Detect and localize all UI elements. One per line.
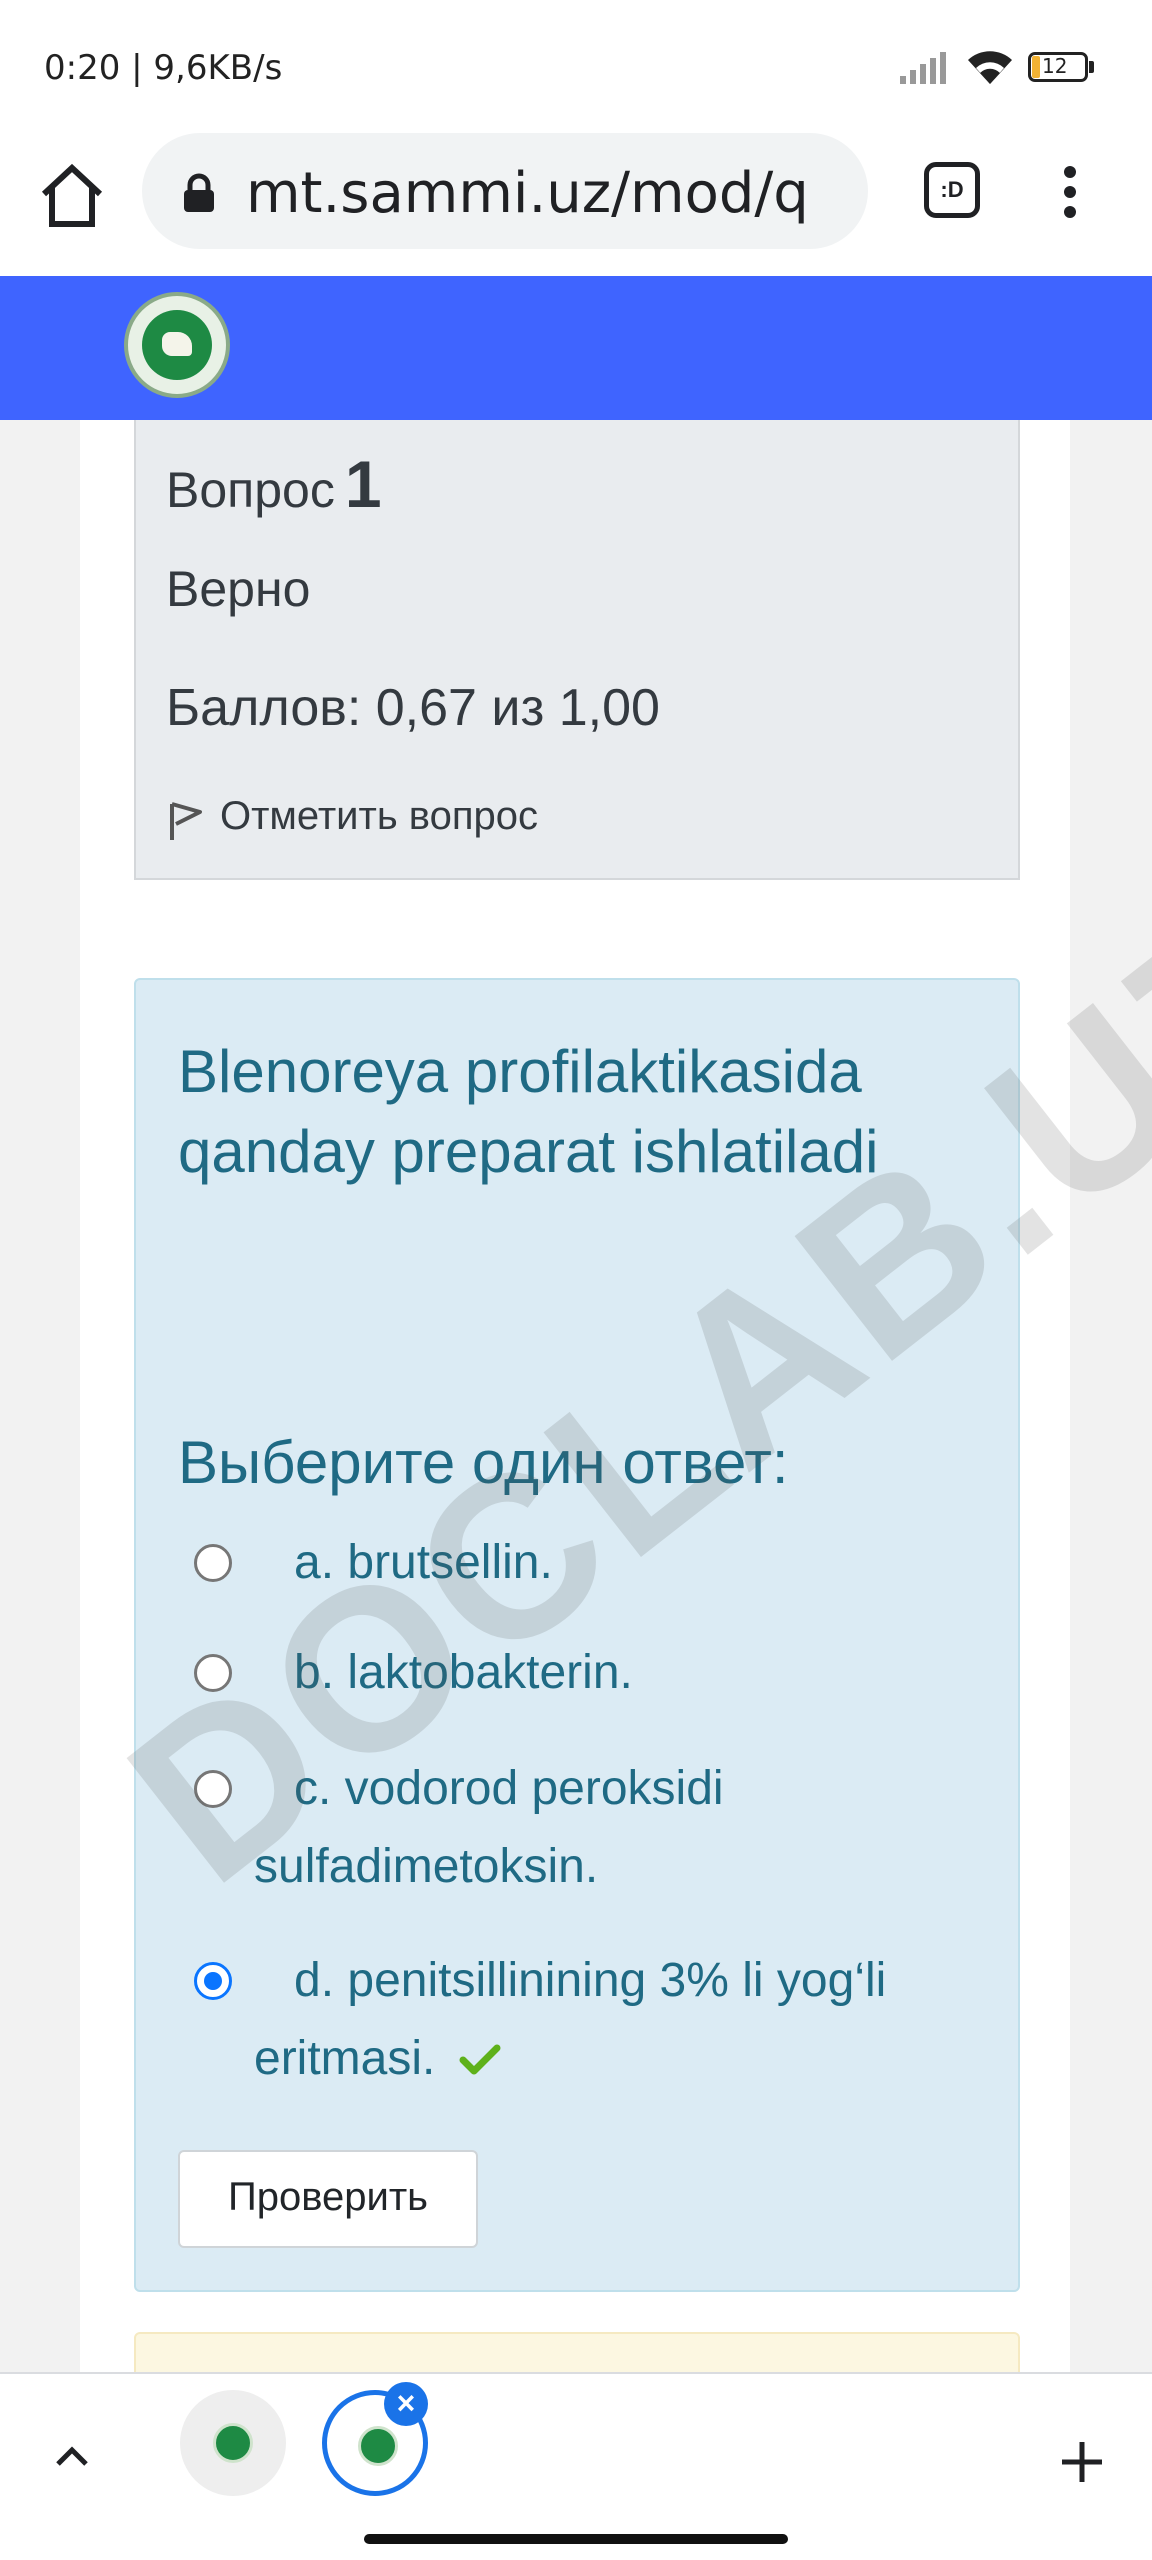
chevron-up-icon[interactable] [50, 2434, 94, 2478]
battery-level: 12 [1042, 54, 1068, 78]
url-text: mt.sammi.uz/mod/q [246, 161, 809, 226]
home-icon[interactable] [36, 160, 108, 232]
site-favicon-icon [358, 2426, 398, 2466]
gesture-home-bar[interactable] [364, 2534, 788, 2544]
question-grade: Баллов: 0,67 из 1,00 [166, 679, 660, 737]
browser-menu-icon[interactable] [1050, 160, 1090, 232]
option-d-radio[interactable] [194, 1962, 232, 2000]
flag-question-link[interactable]: Отметить вопрос [220, 794, 538, 839]
option-d-line2: eritmasi. [254, 2018, 886, 2100]
flag-icon[interactable] [166, 798, 206, 844]
status-time-speed: 0:20 | 9,6KB/s [44, 48, 283, 88]
wifi-icon [968, 51, 1012, 84]
question-content-box: Blenoreya profilaktikasida qanday prepar… [134, 978, 1020, 2292]
option-c-label[interactable]: c. vodorod peroksidi sulfadimetoksin. [254, 1748, 724, 1908]
option-d-line1: d. penitsillinining 3% li yog‘li [294, 1954, 887, 2007]
tab-switcher-button[interactable]: :D [924, 162, 980, 218]
option-a-radio[interactable] [194, 1544, 232, 1582]
correct-check-icon [459, 2044, 501, 2075]
option-c-line1: c. vodorod peroksidi [294, 1762, 724, 1815]
site-header [0, 276, 1152, 420]
url-bar[interactable]: mt.sammi.uz/mod/q [142, 133, 868, 249]
option-c-line2: sulfadimetoksin. [254, 1840, 599, 1893]
answer-prompt: Выберите один ответ: [178, 1429, 789, 1496]
option-d-label[interactable]: d. penitsillinining 3% li yog‘li eritmas… [254, 1940, 886, 2100]
question-state: Верно [166, 561, 311, 617]
status-bar: 0:20 | 9,6KB/s 12 [0, 0, 1152, 135]
option-a-label[interactable]: a. brutsellin. [294, 1522, 553, 1604]
new-tab-plus-icon[interactable] [1054, 2434, 1110, 2490]
tab-thumbnail-1[interactable] [180, 2390, 286, 2496]
check-button[interactable]: Проверить [178, 2150, 478, 2248]
lock-icon [184, 173, 214, 212]
option-b-label[interactable]: b. laktobakterin. [294, 1632, 633, 1714]
signal-icon [900, 52, 946, 84]
option-c-radio[interactable] [194, 1770, 232, 1808]
battery-icon: 12 [1028, 52, 1094, 82]
question-info-box: Вопрос 1 Верно Баллов: 0,67 из 1,00 Отмет… [134, 420, 1020, 880]
question-title-label: Вопрос [166, 462, 335, 518]
site-logo[interactable] [124, 292, 230, 398]
close-tab-icon[interactable]: × [384, 2382, 428, 2426]
question-text: Blenoreya profilaktikasida qanday prepar… [178, 1038, 879, 1185]
question-number: 1 [344, 447, 382, 521]
bottom-tab-bar: × [0, 2372, 1152, 2560]
site-favicon-icon [213, 2423, 253, 2463]
question-title: Вопрос 1 [166, 446, 382, 522]
option-b-radio[interactable] [194, 1654, 232, 1692]
